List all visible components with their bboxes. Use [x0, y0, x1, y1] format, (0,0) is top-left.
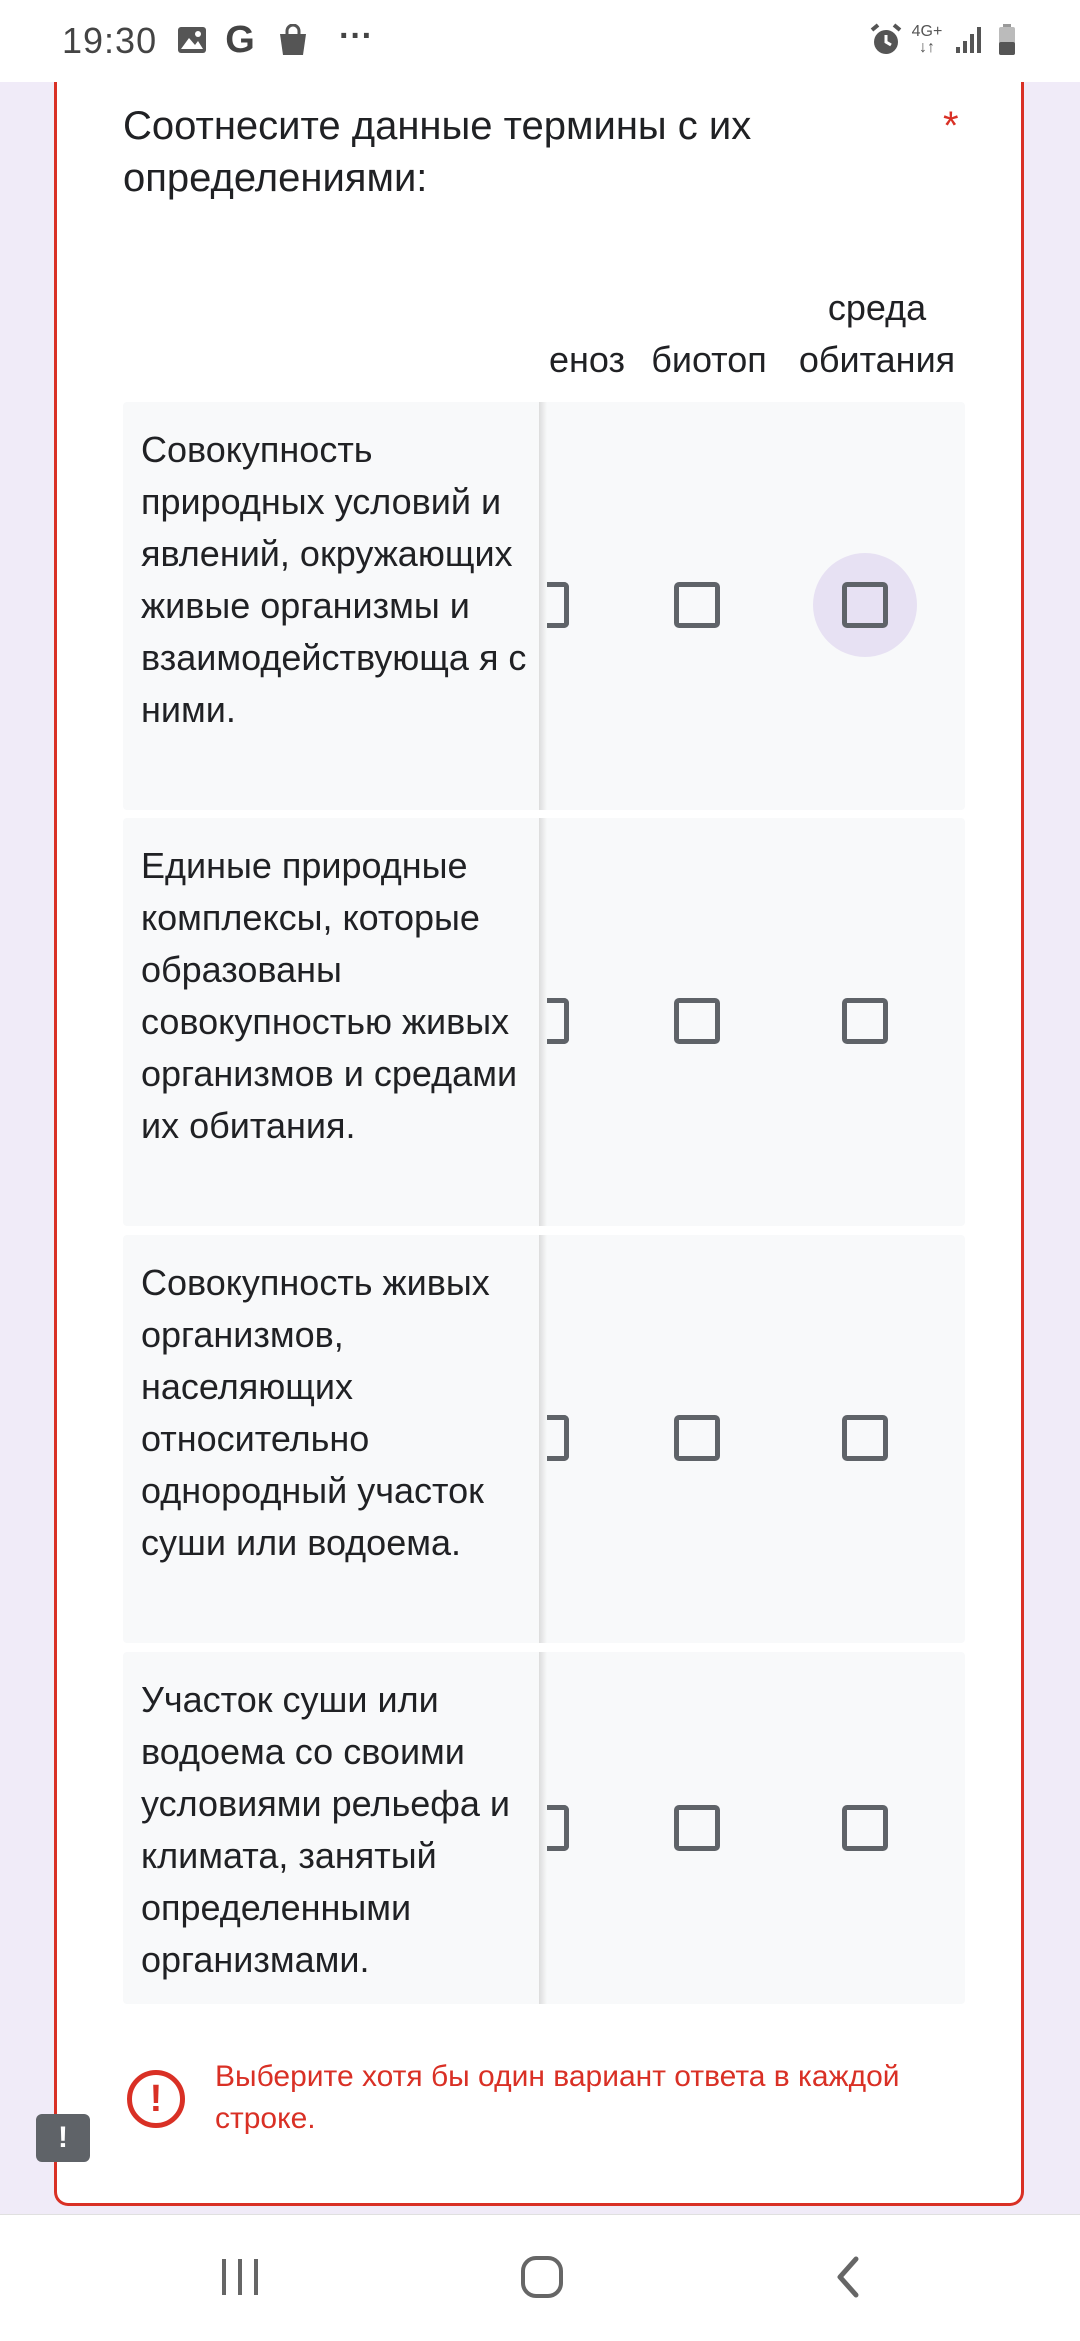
- google-icon: G: [225, 18, 255, 61]
- row-label: Единые природные комплексы, которые обра…: [141, 845, 518, 1146]
- navigation-bar: [0, 2214, 1080, 2341]
- error-message: Выберите хотя бы один вариант ответа в к…: [215, 2060, 900, 2135]
- validation-error: ! Выберите хотя бы один вариант ответа в…: [57, 2056, 1027, 2156]
- home-icon[interactable]: [512, 2249, 572, 2305]
- checkbox-biocenosis[interactable]: [547, 582, 569, 628]
- question-title: Соотнесите данные термины с их определен…: [123, 104, 752, 200]
- checkbox-biotope[interactable]: [674, 582, 720, 628]
- row-label: Совокупность природных условий и явлений…: [141, 429, 527, 730]
- column-header-biotope: биотоп: [651, 339, 767, 380]
- checkbox-biocenosis[interactable]: [547, 1415, 569, 1461]
- column-header-habitat: среда обитания: [798, 287, 956, 380]
- checkbox-habitat[interactable]: [842, 998, 888, 1044]
- shopping-bag-icon: [276, 22, 310, 58]
- column-header-biocenosis: еноз: [548, 339, 625, 380]
- grid-row-2: Единые природные комплексы, которые обра…: [123, 818, 965, 1226]
- gallery-icon: [176, 22, 208, 58]
- scroll-shadow: [539, 402, 547, 810]
- checkbox-biocenosis[interactable]: [547, 1805, 569, 1851]
- scroll-shadow: [539, 1235, 547, 1643]
- grid-row-4: Участок суши или водоема со своими услов…: [123, 1652, 965, 2004]
- scroll-shadow: [539, 1652, 547, 2004]
- alarm-icon: [866, 22, 906, 58]
- checkbox-habitat[interactable]: [842, 582, 888, 628]
- feedback-icon[interactable]: !: [36, 2114, 90, 2162]
- checkbox-habitat[interactable]: [842, 1805, 888, 1851]
- row-label: Участок суши или водоема со своими услов…: [141, 1679, 510, 1980]
- more-icon: ···: [339, 16, 373, 55]
- checkbox-biotope[interactable]: [674, 1805, 720, 1851]
- checkbox-biotope[interactable]: [674, 1415, 720, 1461]
- checkbox-habitat[interactable]: [842, 1415, 888, 1461]
- status-bar: 19:30 G ··· 4G+ ↓↑: [0, 0, 1080, 82]
- back-icon[interactable]: [818, 2249, 878, 2305]
- checkbox-biocenosis[interactable]: [547, 998, 569, 1044]
- grid-row-3: Совокупность живых организмов, населяющи…: [123, 1235, 965, 1643]
- status-time: 19:30: [62, 20, 158, 61]
- network-4g-icon: 4G+ ↓↑: [910, 22, 944, 58]
- question-card: Соотнесите данные термины с их определен…: [54, 60, 1024, 2206]
- error-icon: !: [127, 2070, 185, 2128]
- signal-icon: [952, 22, 986, 58]
- checkbox-biotope[interactable]: [674, 998, 720, 1044]
- required-asterisk: *: [943, 104, 959, 148]
- grid-row-1: Совокупность природных условий и явлений…: [123, 402, 965, 810]
- scroll-shadow: [539, 818, 547, 1226]
- row-label: Совокупность живых организмов, населяющи…: [141, 1262, 490, 1563]
- network-type-label: 4G+: [911, 23, 943, 40]
- recent-apps-icon[interactable]: [210, 2249, 270, 2305]
- battery-icon: [996, 22, 1018, 58]
- network-arrows-label: ↓↑: [919, 39, 935, 56]
